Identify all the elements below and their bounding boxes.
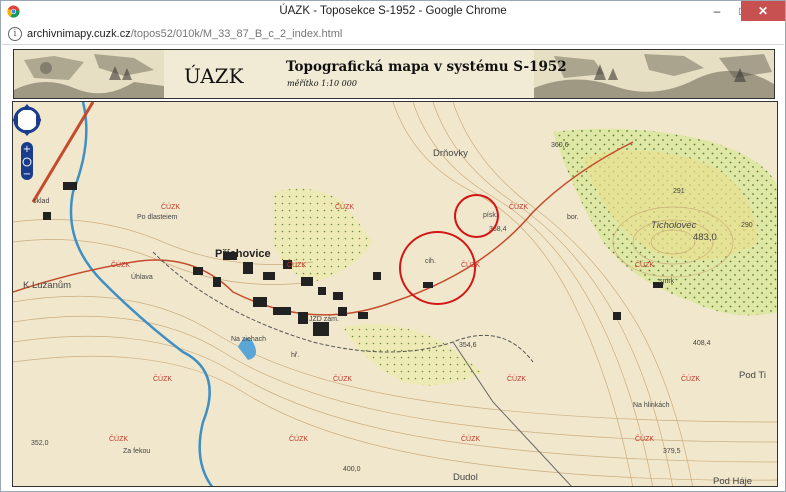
place-label-pod-ti: Pod Ti — [739, 370, 766, 381]
highlight-ring-large — [399, 231, 476, 305]
place-label-na-hlinkach: Na hlinkách — [633, 402, 670, 409]
place-label-po-dlasteiem: Po dlasteiem — [137, 214, 178, 221]
place-label-bor: bor. — [567, 214, 579, 221]
browser-window: ÚAZK - Toposekce S-1952 - Google Chrome … — [0, 0, 786, 492]
banner-left-illustration — [14, 50, 164, 98]
elevation-label: 483,0 — [693, 232, 717, 243]
place-label-sklad: sklad — [33, 198, 50, 205]
banner-right-illustration — [534, 50, 774, 98]
close-button[interactable]: ✕ — [741, 1, 785, 21]
watermark-label: ČÚZK — [635, 436, 655, 443]
elevation-label: 408,4 — [693, 340, 711, 347]
info-icon[interactable]: i — [8, 27, 22, 41]
watermark-label: ČÚZK — [287, 262, 307, 269]
watermark-label: ČÚZK — [509, 204, 529, 211]
watermark-label: ČÚZK — [153, 376, 173, 383]
elevation-label: 291 — [673, 188, 685, 195]
map-banner: ÚAZK Topografická mapa v systému S-1952 … — [13, 49, 775, 99]
brand-logo-text: ÚAZK — [184, 64, 244, 88]
elevation-label: 360,6 — [551, 142, 569, 149]
watermark-label: ČÚZK — [335, 204, 355, 211]
minimize-button[interactable]: – — [704, 1, 730, 21]
window-title: ÚAZK - Toposekce S-1952 - Google Chrome — [279, 5, 507, 17]
place-label-prichovice: Příchovice — [215, 248, 271, 260]
map-navigation-control[interactable]: + − — [13, 102, 41, 184]
elevation-label: 400,0 — [343, 466, 361, 473]
watermark-label: ČÚZK — [461, 436, 481, 443]
place-label-na-ziehach: Na ziehach — [231, 336, 267, 343]
url-host: archivnimapy.cuzk.cz — [27, 28, 131, 40]
place-label-smrk: smrk — [659, 278, 675, 285]
watermark-label: ČÚZK — [635, 262, 655, 269]
map-series-title: Topografická mapa v systému S-1952 — [286, 59, 567, 75]
address-bar[interactable]: i archivnimapy.cuzk.cz/topos52/010k/M_33… — [2, 24, 784, 45]
zoom-in-button[interactable]: + — [23, 144, 31, 155]
place-label-ticholovec: Ticholovec — [651, 220, 697, 231]
page-viewport: ÚAZK Topografická mapa v systému S-1952 … — [2, 45, 785, 491]
url-text[interactable]: archivnimapy.cuzk.cz/topos52/010k/M_33_8… — [27, 28, 342, 40]
zoom-out-button[interactable]: − — [23, 169, 31, 180]
watermark-label: ČÚZK — [161, 204, 181, 211]
watermark-label: ČÚZK — [111, 262, 131, 269]
watermark-label: ČÚZK — [289, 436, 309, 443]
place-label-dudol: Dudol — [453, 472, 478, 483]
elevation-label: 290 — [741, 222, 753, 229]
elevation-label: 354,6 — [459, 342, 477, 349]
watermark-label: ČÚZK — [333, 376, 353, 383]
place-label-drnovky: Drňovky — [433, 148, 468, 159]
place-label-hr: hř. — [291, 352, 300, 359]
elevation-label: 352,0 — [31, 440, 49, 447]
highlight-ring-small — [454, 194, 499, 238]
map-drawing — [13, 102, 777, 486]
place-label-uhlava: Úhlava — [131, 274, 153, 281]
url-path: /topos52/010k/M_33_87_B_c_2_index.html — [130, 28, 343, 40]
map-canvas[interactable]: + − Příchovice Drňovky Ticholovec K Luža… — [12, 101, 778, 487]
map-scale: měřítko 1:10 000 — [287, 79, 357, 88]
watermark-label: ČÚZK — [681, 376, 701, 383]
title-bar: ÚAZK - Toposekce S-1952 - Google Chrome … — [1, 1, 785, 23]
place-label-jzd: JZD zám. — [309, 316, 339, 323]
place-label-pod-haje: Pod Háje — [713, 476, 753, 487]
place-label-k-luzanum: K Lužanům — [23, 280, 72, 291]
watermark-label: ČÚZK — [507, 376, 527, 383]
place-label-za-fekou: Za fekou — [123, 448, 151, 455]
watermark-label: ČÚZK — [109, 436, 129, 443]
elevation-label: 379,5 — [663, 448, 681, 455]
